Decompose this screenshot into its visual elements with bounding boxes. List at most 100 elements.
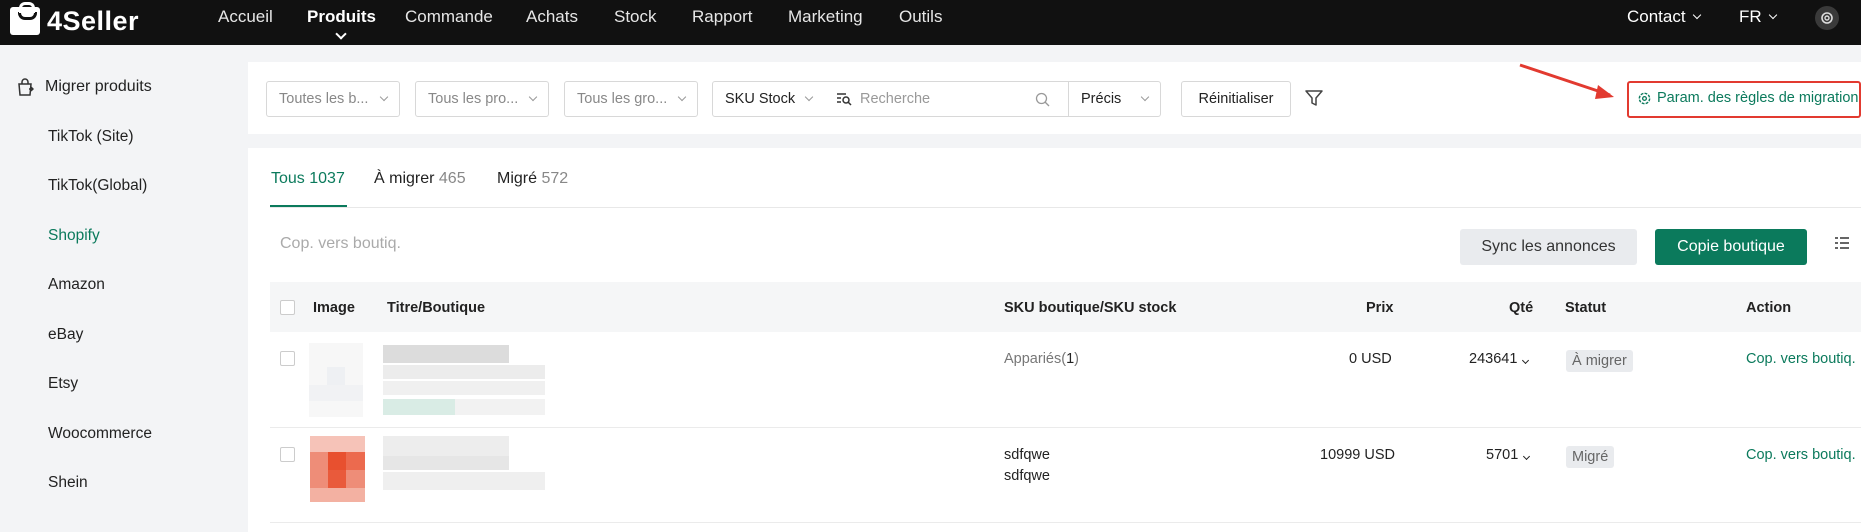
match-mode-select[interactable]: Précis	[1068, 81, 1161, 117]
select-all-checkbox[interactable]	[280, 300, 295, 315]
sku-paired[interactable]: Appariés(1)	[1004, 351, 1079, 367]
product-title-blurred	[383, 436, 545, 490]
tab-count: 572	[541, 170, 569, 187]
boutique-select-value: Toutes les b...	[279, 91, 369, 107]
sku-type-select[interactable]: SKU Stock	[712, 81, 825, 117]
tab-tous[interactable]: Tous 1037	[271, 170, 345, 188]
logo[interactable]: 4Seller	[10, 2, 140, 39]
status-badge: Migré	[1566, 446, 1615, 468]
qty-dropdown[interactable]: 5701	[1486, 447, 1531, 463]
row-checkbox[interactable]	[280, 351, 295, 366]
filter-funnel-icon[interactable]	[1304, 88, 1324, 108]
produits-select[interactable]: Tous les pro...	[415, 81, 549, 117]
price-cell: 10999 USD	[1320, 447, 1395, 463]
column-header-sku: SKU boutique/SKU stock	[1004, 300, 1177, 316]
top-navigation-bar: 4Seller Accueil Produits Commande Achats…	[0, 0, 1861, 45]
annotation-arrow	[1519, 63, 1614, 99]
chevron-down-icon	[1692, 10, 1701, 20]
qty-dropdown[interactable]: 243641	[1469, 351, 1530, 367]
tab-label: À migrer	[374, 170, 435, 187]
shopping-bag-icon	[10, 2, 40, 35]
chevron-down-icon	[1140, 92, 1150, 102]
nav-item-stock[interactable]: Stock	[614, 7, 657, 27]
gear-icon	[1638, 92, 1651, 104]
row-divider	[270, 427, 1861, 428]
row-checkbox[interactable]	[280, 447, 295, 462]
active-tab-indicator	[270, 205, 347, 207]
tab-migre[interactable]: Migré 572	[497, 170, 568, 188]
sidebar-item-ebay[interactable]: eBay	[48, 326, 83, 344]
reset-button[interactable]: Réinitialiser	[1181, 81, 1291, 117]
tab-count: 465	[438, 170, 466, 187]
tab-label: Migré	[497, 170, 538, 187]
copy-to-shop-action[interactable]: Cop. vers boutiq.	[1746, 447, 1856, 463]
column-header-image: Image	[313, 300, 355, 316]
language-dropdown[interactable]: FR	[1739, 7, 1777, 27]
migration-rules-label: Param. des règles de migration	[1657, 90, 1859, 106]
sidebar-item-woocommerce[interactable]: Woocommerce	[48, 425, 152, 443]
copy-to-shop-select[interactable]: Cop. vers boutiq.	[280, 235, 401, 253]
product-thumbnail[interactable]	[309, 343, 363, 417]
sidebar-item-etsy[interactable]: Etsy	[48, 375, 78, 393]
tab-a-migrer[interactable]: À migrer 465	[374, 170, 466, 188]
groupes-select[interactable]: Tous les gro...	[564, 81, 698, 117]
chevron-down-icon	[379, 92, 389, 102]
migrate-bag-icon	[18, 78, 34, 96]
boutique-select[interactable]: Toutes les b...	[266, 81, 400, 117]
sidebar-item-shopify[interactable]: Shopify	[48, 227, 100, 245]
nav-item-outils[interactable]: Outils	[899, 7, 942, 27]
row-divider	[270, 522, 1861, 523]
sku-shop: sdfqwe	[1004, 447, 1050, 463]
sidebar-item-amazon[interactable]: Amazon	[48, 276, 105, 294]
column-header-qty: Qté	[1509, 300, 1534, 316]
sidebar-item-shein[interactable]: Shein	[48, 474, 88, 492]
chevron-down-icon	[677, 92, 687, 102]
nav-item-commande[interactable]: Commande	[405, 7, 493, 27]
tabs-divider	[270, 207, 1861, 208]
nav-item-rapport[interactable]: Rapport	[692, 7, 752, 27]
sku-stock: sdfqwe	[1004, 468, 1050, 484]
gear-icon	[1821, 12, 1833, 24]
chevron-down-icon	[804, 92, 814, 102]
chevron-down-icon	[1768, 10, 1777, 20]
column-header-title: Titre/Boutique	[387, 300, 486, 316]
product-title-blurred	[383, 345, 545, 415]
sku-paired-count: 1	[1066, 351, 1075, 367]
sidebar: Migrer produits	[0, 45, 236, 532]
nav-item-achats[interactable]: Achats	[526, 7, 578, 27]
sidebar-item-tiktok-global[interactable]: TikTok(Global)	[48, 177, 147, 195]
copy-shop-button[interactable]: Copie boutique	[1655, 229, 1807, 265]
nav-item-accueil[interactable]: Accueil	[218, 7, 273, 27]
tab-label: Tous	[271, 170, 305, 187]
migration-rules-settings-link[interactable]: Param. des règles de migration	[1637, 90, 1859, 106]
price-cell: 0 USD	[1349, 351, 1392, 367]
sidebar-item-tiktok-site[interactable]: TikTok (Site)	[48, 128, 134, 146]
sync-listings-button[interactable]: Sync les annonces	[1460, 229, 1637, 265]
status-badge: À migrer	[1566, 350, 1633, 372]
language-label: FR	[1739, 7, 1762, 26]
produits-select-value: Tous les pro...	[428, 91, 519, 107]
copy-to-shop-action[interactable]: Cop. vers boutiq.	[1746, 351, 1856, 367]
chevron-down-icon	[528, 92, 538, 102]
search-input[interactable]	[860, 91, 1035, 107]
tab-count: 1037	[309, 170, 345, 187]
qty-value: 243641	[1469, 351, 1518, 367]
search-scan-icon	[837, 93, 852, 106]
sku-type-value: SKU Stock	[725, 91, 796, 107]
sidebar-title: Migrer produits	[45, 78, 152, 95]
settings-button[interactable]	[1815, 6, 1839, 30]
search-icon	[1035, 92, 1050, 106]
qty-value: 5701	[1486, 447, 1519, 463]
product-thumbnail[interactable]	[310, 436, 365, 502]
column-header-action: Action	[1746, 300, 1792, 316]
search-field[interactable]	[824, 81, 1069, 117]
contact-dropdown[interactable]: Contact	[1627, 7, 1701, 27]
sku-paired-label: Appariés(	[1004, 351, 1067, 367]
column-header-status: Statut	[1565, 300, 1607, 316]
column-header-price: Prix	[1366, 300, 1394, 316]
logo-text: 4Seller	[47, 5, 140, 36]
nav-item-produits[interactable]: Produits	[307, 7, 376, 27]
column-settings-icon[interactable]	[1834, 236, 1850, 252]
contact-label: Contact	[1627, 7, 1686, 26]
nav-item-marketing[interactable]: Marketing	[788, 7, 863, 27]
